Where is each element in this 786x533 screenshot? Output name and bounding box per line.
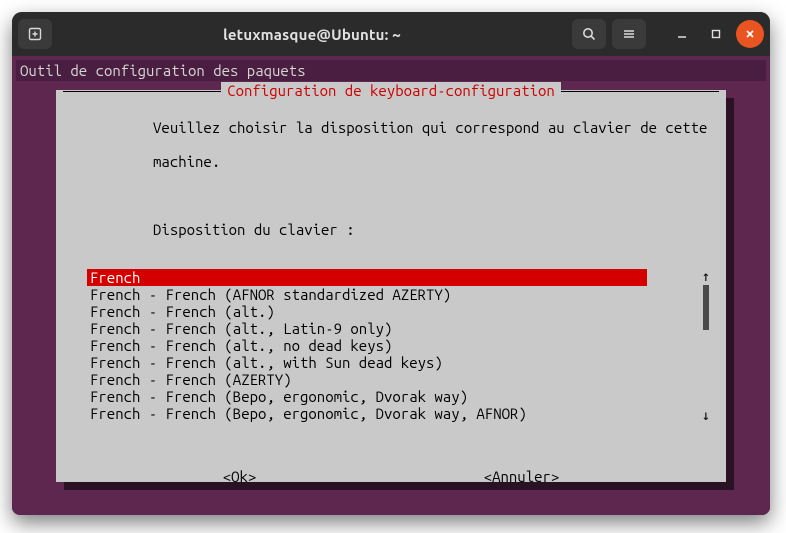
list-item[interactable]: French - French (Bepo, ergonomic, Dvorak… — [87, 388, 693, 405]
scroll-up-icon[interactable]: ↑ — [702, 269, 710, 283]
minimize-button[interactable] — [668, 20, 696, 48]
list-item[interactable]: French - French (alt., with Sun dead key… — [87, 354, 693, 371]
scroll-thumb[interactable] — [703, 285, 709, 330]
list-item[interactable]: French - French (alt., no dead keys) — [87, 337, 693, 354]
maximize-button[interactable] — [702, 20, 730, 48]
layout-listbox[interactable]: French French - French (AFNOR standardiz… — [87, 269, 693, 422]
dialog-title: Configuration de keyboard-configuration — [221, 82, 561, 99]
terminal-area: Outil de configuration des paquets Confi… — [12, 56, 770, 515]
scroll-track[interactable] — [703, 285, 709, 406]
scroll-down-icon[interactable]: ↓ — [702, 408, 710, 422]
dialog-prompt: Veuillez choisir la disposition qui corr… — [69, 102, 713, 255]
window-title: letuxmasque@Ubuntu: ~ — [52, 26, 572, 43]
list-item[interactable]: French - French (alt., Latin-9 only) — [87, 320, 693, 337]
list-item[interactable]: French - French (Bepo, ergonomic, Dvorak… — [87, 405, 693, 422]
close-button[interactable] — [736, 20, 764, 48]
search-button[interactable] — [572, 19, 606, 49]
list-item[interactable]: French — [87, 269, 647, 286]
list-item[interactable]: French - French (alt.) — [87, 303, 693, 320]
field-label: Disposition du clavier : — [153, 221, 355, 238]
list-item[interactable]: French - French (AFNOR standardized AZER… — [87, 286, 693, 303]
menu-button[interactable] — [612, 19, 646, 49]
ok-button[interactable]: <Ok> — [223, 468, 257, 485]
terminal-window: letuxmasque@Ubuntu: ~ — [12, 12, 770, 515]
prompt-line-2: machine. — [153, 153, 220, 170]
new-tab-button[interactable] — [18, 19, 52, 49]
list-item[interactable]: French - French (AZERTY) — [87, 371, 693, 388]
package-config-header: Outil de configuration des paquets — [16, 60, 766, 81]
scrollbar[interactable]: ↑ ↓ — [701, 269, 711, 422]
cancel-button[interactable]: <Annuler> — [484, 468, 560, 485]
debconf-dialog: Configuration de keyboard-configuration … — [56, 90, 726, 482]
prompt-line-1: Veuillez choisir la disposition qui corr… — [153, 119, 707, 136]
titlebar: letuxmasque@Ubuntu: ~ — [12, 12, 770, 56]
